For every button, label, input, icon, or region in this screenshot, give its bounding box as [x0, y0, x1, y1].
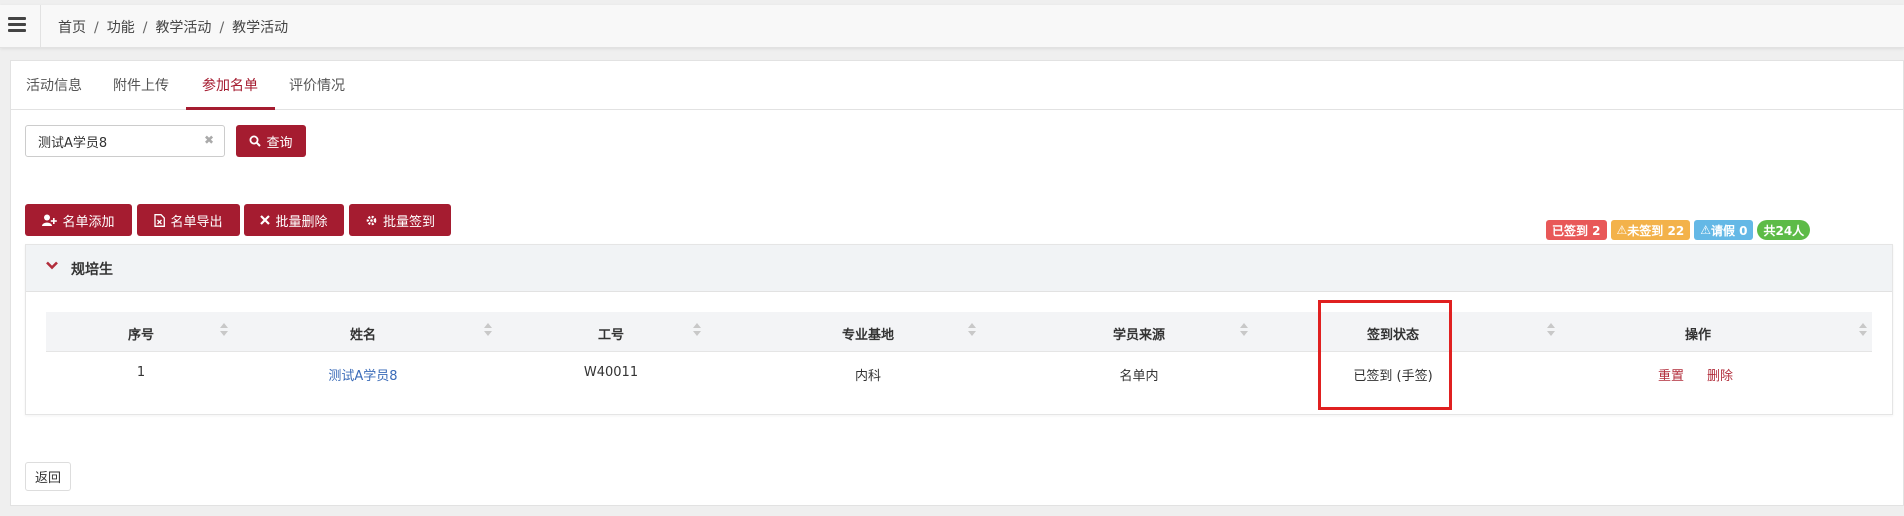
file-export-icon — [154, 213, 166, 227]
table-header: 序号 姓名 工号 专业基地 学员来源 签到状态 操作 — [46, 312, 1872, 352]
batch-signin-label: 批量签到 — [382, 214, 435, 230]
tab-attachment-upload[interactable]: 附件上传 — [113, 75, 169, 95]
employee-id: W40011 — [583, 365, 639, 380]
reset-button[interactable]: 重置 — [1656, 365, 1686, 384]
sort-icon[interactable] — [484, 323, 492, 337]
column-header-source[interactable]: 学员来源 — [1104, 324, 1174, 343]
unsigned-count-badge: ⚠ 未签到 22 — [1610, 220, 1691, 240]
batch-delete-button[interactable]: 批量删除 — [244, 204, 344, 236]
breadcrumb-item[interactable]: 首页 — [58, 20, 86, 36]
top-bar: 首页 / 功能 / 教学活动 / 教学活动 — [0, 5, 1904, 48]
add-list-label: 名单添加 — [62, 214, 115, 230]
search-field: ✖ — [25, 125, 225, 157]
sort-icon[interactable] — [220, 323, 228, 337]
column-header-index[interactable]: 序号 — [121, 324, 161, 343]
batch-delete-label: 批量删除 — [275, 214, 328, 230]
signed-count-badge: 已签到 2 — [1546, 220, 1607, 240]
tab-evaluation[interactable]: 评价情况 — [289, 75, 345, 95]
column-header-name[interactable]: 姓名 — [343, 324, 383, 343]
status-column-highlight — [1318, 300, 1452, 410]
column-header-id[interactable]: 工号 — [591, 324, 631, 343]
row-index: 1 — [136, 365, 146, 380]
table-row: 1 测试A学员8 W40011 内科 名单内 已签到 (手签) 重置 删除 — [46, 352, 1872, 394]
sort-icon[interactable] — [693, 323, 701, 337]
status-summary: 已签到 2 ⚠ 未签到 22 ⚠ 请假 0 共24人 — [1546, 220, 1811, 242]
breadcrumb-item: 教学活动 — [232, 20, 289, 36]
search-icon — [249, 135, 262, 147]
add-list-button[interactable]: 名单添加 — [25, 204, 132, 236]
breadcrumb-item[interactable]: 功能 — [107, 20, 135, 36]
trainee-source: 名单内 — [1119, 369, 1159, 384]
search-button-label: 查询 — [266, 135, 293, 151]
section-header[interactable]: 规培生 — [26, 245, 1892, 292]
sort-icon[interactable] — [968, 323, 976, 337]
warning-icon: ⚠ — [1616, 223, 1628, 237]
close-icon — [260, 215, 271, 225]
export-list-label: 名单导出 — [170, 214, 223, 230]
column-header-base[interactable]: 专业基地 — [833, 324, 903, 343]
divider — [40, 5, 41, 48]
clear-icon[interactable]: ✖ — [204, 133, 214, 147]
total-count-badge: 共24人 — [1757, 220, 1811, 240]
user-plus-icon — [42, 214, 58, 226]
search-input[interactable] — [26, 126, 196, 156]
export-list-button[interactable]: 名单导出 — [137, 204, 240, 236]
chevron-down-icon[interactable] — [46, 261, 58, 270]
active-tab-indicator — [186, 107, 275, 110]
gear-icon — [366, 215, 377, 225]
column-header-actions[interactable]: 操作 — [1678, 324, 1718, 343]
specialty-base: 内科 — [854, 369, 881, 384]
batch-signin-button[interactable]: 批量签到 — [349, 204, 451, 236]
sort-icon[interactable] — [1859, 323, 1867, 337]
sort-icon[interactable] — [1547, 323, 1555, 337]
main-panel: 活动信息 附件上传 参加名单 评价情况 ✖ 查询 名单添加 名单导出 批量删除 … — [10, 60, 1904, 506]
breadcrumb-item[interactable]: 教学活动 — [155, 20, 211, 36]
delete-button[interactable]: 删除 — [1705, 365, 1735, 384]
tab-activity-info[interactable]: 活动信息 — [26, 75, 82, 95]
breadcrumb: 首页 / 功能 / 教学活动 / 教学活动 — [58, 20, 289, 36]
search-button[interactable]: 查询 — [236, 125, 306, 157]
leave-count-badge: ⚠ 请假 0 — [1694, 220, 1754, 240]
warning-icon: ⚠ — [1700, 223, 1711, 237]
tab-bar: 活动信息 附件上传 参加名单 评价情况 — [11, 61, 1904, 110]
sort-icon[interactable] — [1240, 323, 1248, 337]
trainee-section: 规培生 序号 姓名 工号 专业基地 学员来源 签到状态 操作 1 测试A学员8 … — [25, 244, 1893, 415]
menu-icon[interactable] — [8, 17, 26, 33]
back-button[interactable]: 返回 — [25, 462, 71, 491]
trainee-name-link[interactable]: 测试A学员8 — [313, 365, 413, 384]
tab-participant-list[interactable]: 参加名单 — [202, 75, 258, 95]
section-title: 规培生 — [71, 262, 113, 278]
